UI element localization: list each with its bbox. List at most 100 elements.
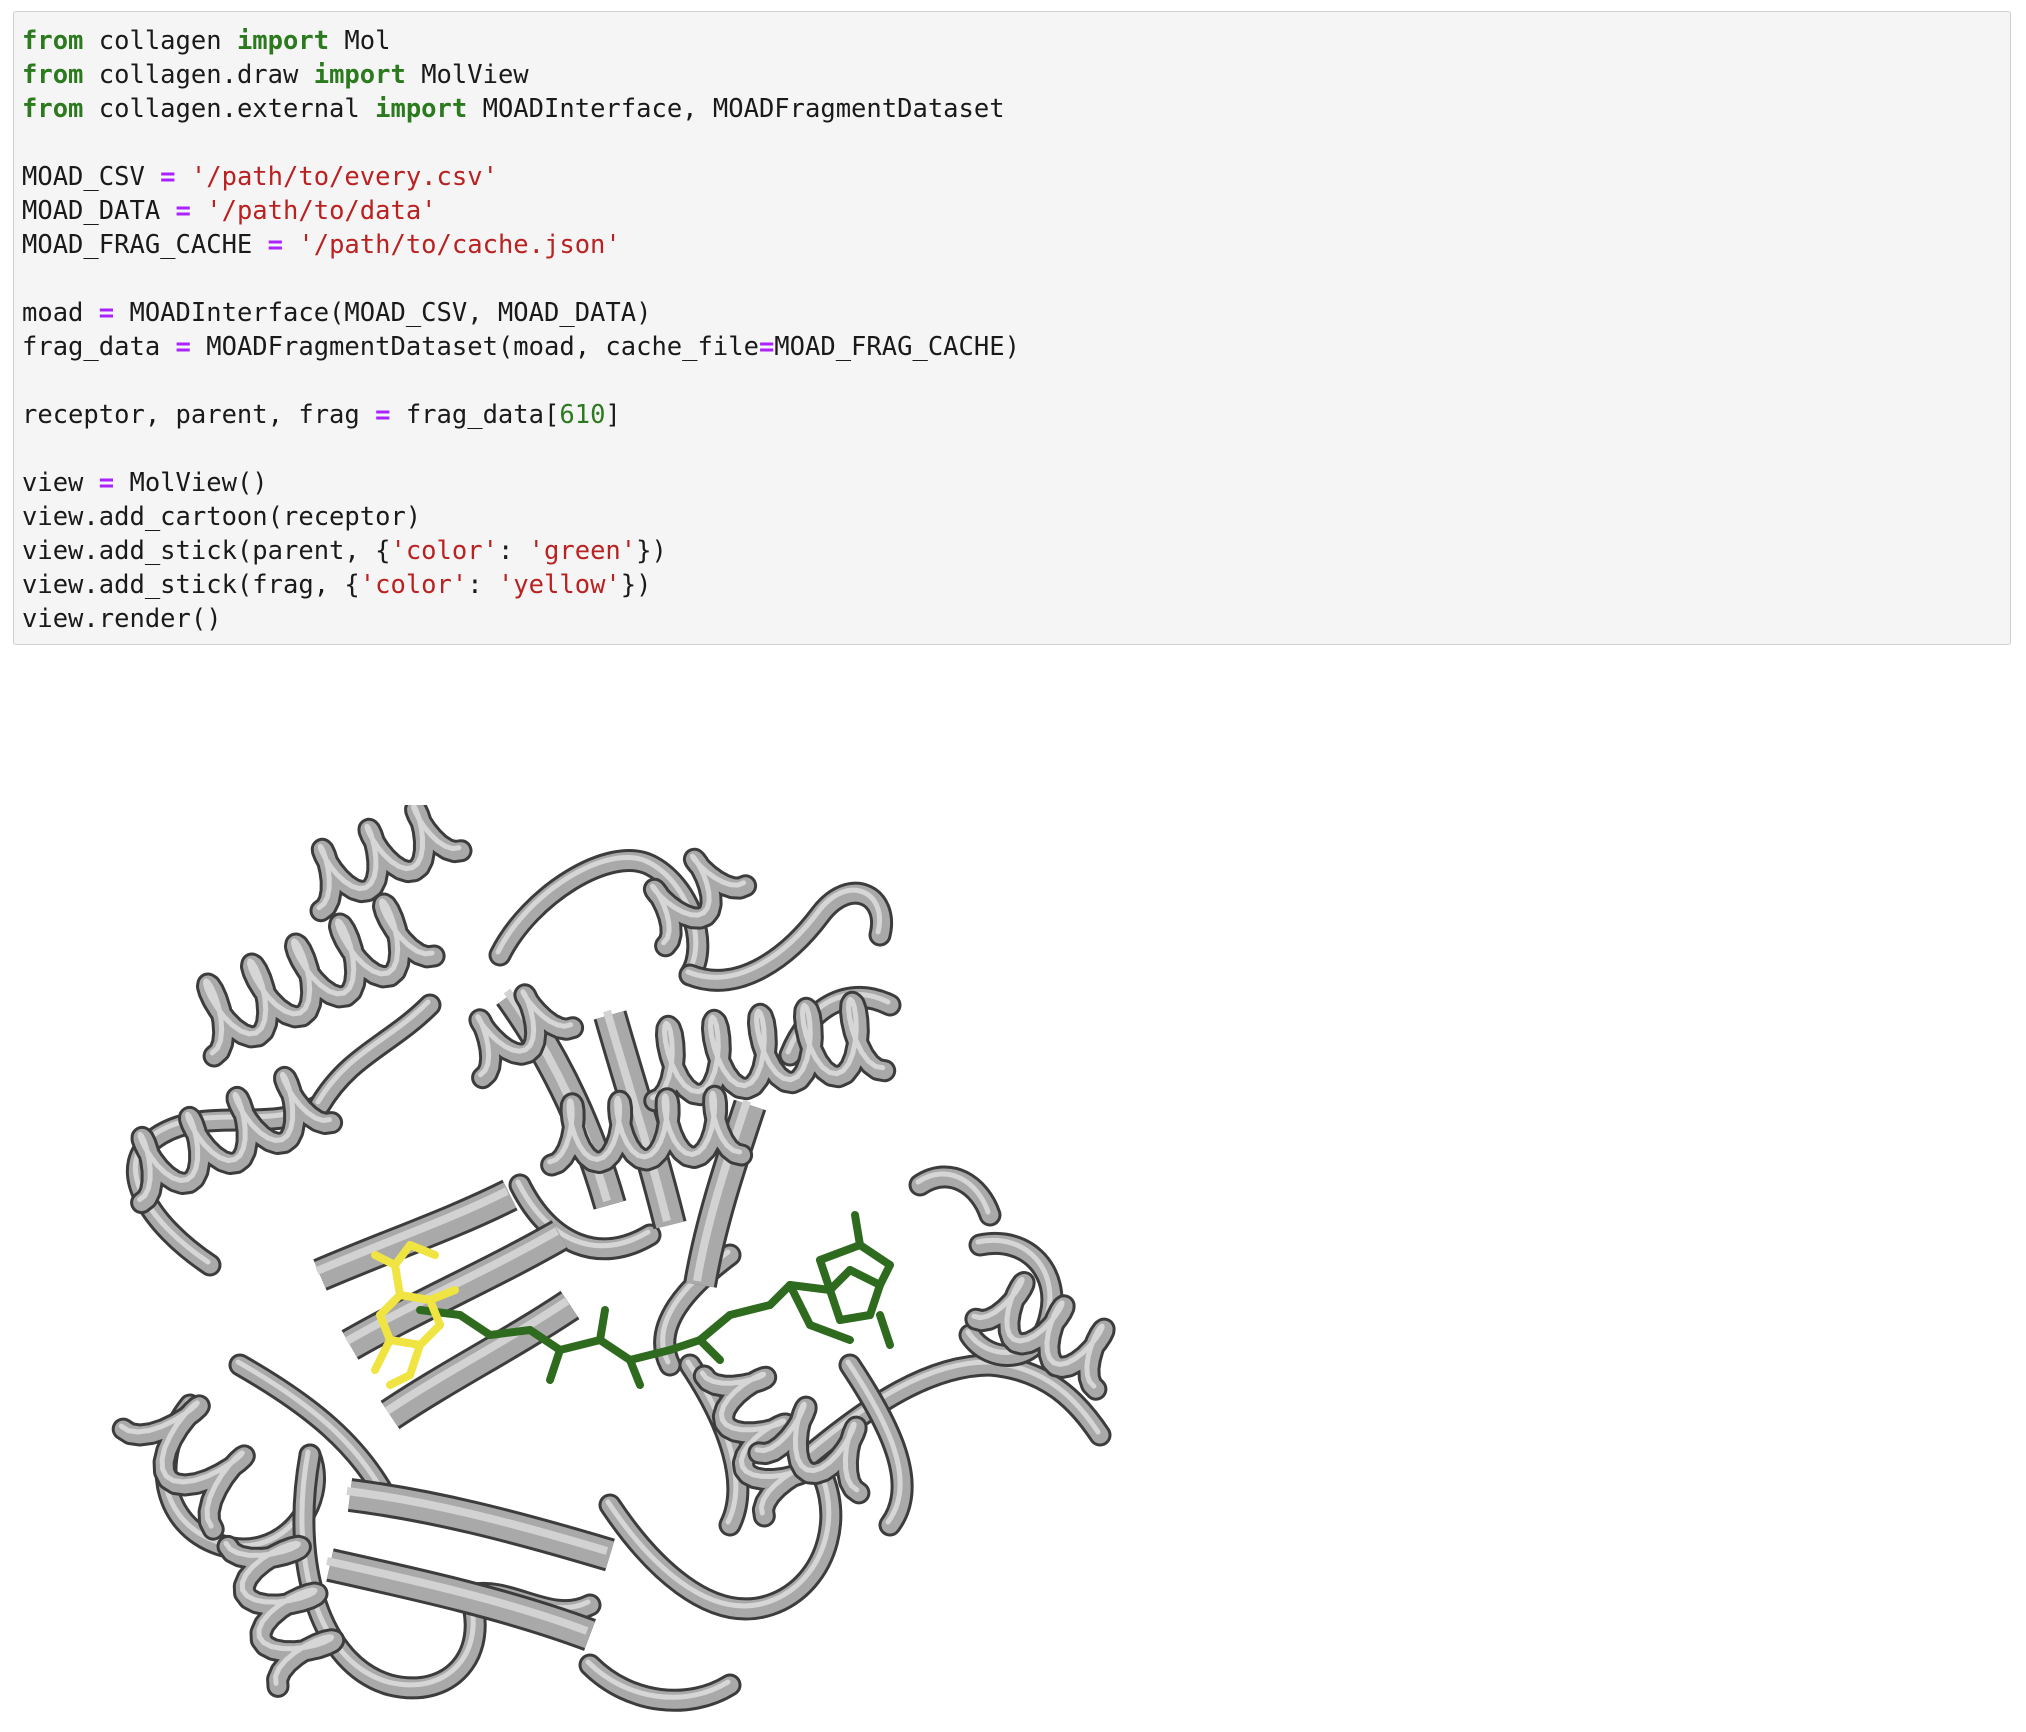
parent-bond <box>851 1211 864 1249</box>
code-token: Mol <box>329 26 391 56</box>
code-line: view.add_stick(frag, {'color': 'yellow'}… <box>22 568 2010 602</box>
code-token: = <box>267 230 283 260</box>
parent-bond <box>626 1356 644 1389</box>
code-token: = <box>98 298 115 328</box>
code-token: '/path/to/cache.json' <box>298 230 621 260</box>
parent-bond <box>806 1321 854 1344</box>
code-line: moad = MOADInterface(MOAD_CSV, MOAD_DATA… <box>22 296 2010 330</box>
fragment-bond <box>406 1341 424 1379</box>
parent-bond <box>456 1311 494 1339</box>
code-token: = <box>160 162 176 192</box>
cell-output <box>90 805 1170 1725</box>
code-line: frag_data = MOADFragmentDataset(moad, ca… <box>22 330 2010 364</box>
code-line: from collagen.draw import MolView <box>22 58 2010 92</box>
fragment-bond <box>391 1261 404 1299</box>
molecule-viewer[interactable] <box>90 805 1170 1725</box>
code-token: : <box>467 570 498 600</box>
code-line: MOAD_FRAG_CACHE = '/path/to/cache.json' <box>22 228 2010 262</box>
parent-bond <box>726 1301 774 1319</box>
code-token: view <box>22 468 99 498</box>
code-token: = <box>758 332 775 362</box>
parent-bond <box>486 1326 534 1339</box>
code-token: import <box>313 60 406 90</box>
parent-bond <box>826 1286 844 1324</box>
parent-bond <box>596 1306 609 1344</box>
code-token: from <box>22 94 84 124</box>
code-token: 'color' <box>390 536 498 566</box>
code-token: '/path/to/every.csv' <box>190 162 498 192</box>
code-token: }) <box>636 536 667 566</box>
code-line: receptor, parent, frag = frag_data[610] <box>22 398 2010 432</box>
code-token: MolView() <box>114 468 268 498</box>
parent-bond <box>556 1336 604 1354</box>
code-token: MolView <box>405 60 529 90</box>
code-token: MOADInterface(MOAD_CSV, MOAD_DATA) <box>114 298 652 328</box>
receptor-loop <box>311 996 439 1114</box>
code-token: 610 <box>559 400 606 430</box>
code-token: = <box>375 400 391 430</box>
code-token: '/path/to/data' <box>206 196 437 226</box>
code-editor[interactable]: from collagen import Mol from collagen.dr… <box>22 24 2010 636</box>
receptor-strand-highlight <box>315 1187 509 1275</box>
code-token: view.add_stick(frag, { <box>22 570 360 600</box>
parent-bond <box>816 1241 864 1264</box>
parent-bond <box>766 1281 794 1309</box>
code-cell[interactable]: from collagen import Mol from collagen.dr… <box>13 11 2011 645</box>
parent-bond <box>876 1261 894 1289</box>
code-token: from <box>22 26 84 56</box>
code-token: MOAD_FRAG_CACHE) <box>774 332 1020 362</box>
code-line: view = MolView() <box>22 466 2010 500</box>
code-token: 'green' <box>528 536 637 566</box>
parent-bond <box>866 1281 884 1319</box>
code-token: 'color' <box>359 570 468 600</box>
code-token: = <box>175 332 191 362</box>
code-line: MOAD_CSV = '/path/to/every.csv' <box>22 160 2010 194</box>
parent-bond <box>836 1311 874 1324</box>
code-token: = <box>98 468 115 498</box>
code-line: view.add_stick(parent, {'color': 'green'… <box>22 534 2010 568</box>
code-token: collagen.external <box>83 94 376 124</box>
code-token: import <box>375 94 468 124</box>
code-token: MOADFragmentDataset(moad, cache_file <box>190 332 759 362</box>
parent-bond <box>696 1336 724 1364</box>
parent-bond <box>846 1266 884 1289</box>
code-token: import <box>236 26 330 56</box>
code-token: from <box>22 60 84 90</box>
parent-bond <box>876 1311 894 1349</box>
parent-bond <box>696 1311 734 1344</box>
parent-bond <box>596 1336 634 1364</box>
code-token: = <box>175 196 191 226</box>
code-line: view.render() <box>22 602 2010 636</box>
code-line: view.add_cartoon(receptor) <box>22 500 2010 534</box>
code-token: }) <box>620 570 652 600</box>
code-token: MOAD_FRAG_CACHE <box>22 230 268 260</box>
code-token: view.add_cartoon(receptor) <box>22 502 422 532</box>
code-token: moad <box>22 298 99 328</box>
code-token: ] <box>605 400 621 430</box>
code-token: MOADInterface, MOADFragmentDataset <box>467 94 1005 124</box>
parent-bond <box>546 1346 564 1384</box>
code-token: MOAD_DATA <box>22 196 176 226</box>
code-token: frag_data <box>22 332 176 362</box>
code-token: collagen <box>83 26 237 56</box>
code-token: collagen.draw <box>83 60 314 90</box>
code-token: frag_data[ <box>390 400 560 430</box>
code-token: receptor, parent, frag <box>22 400 376 430</box>
code-token: 'yellow' <box>497 570 621 600</box>
fragment-bond <box>386 1371 414 1389</box>
fragment-bond <box>416 1321 444 1349</box>
parent-bond <box>856 1241 894 1269</box>
code-line: MOAD_DATA = '/path/to/data' <box>22 194 2010 228</box>
code-token: : <box>497 536 529 566</box>
fragment-bond <box>396 1291 434 1304</box>
fragment-bond <box>386 1336 424 1349</box>
code-token: MOAD_CSV <box>22 162 161 192</box>
code-line: from collagen import Mol <box>22 24 2010 58</box>
